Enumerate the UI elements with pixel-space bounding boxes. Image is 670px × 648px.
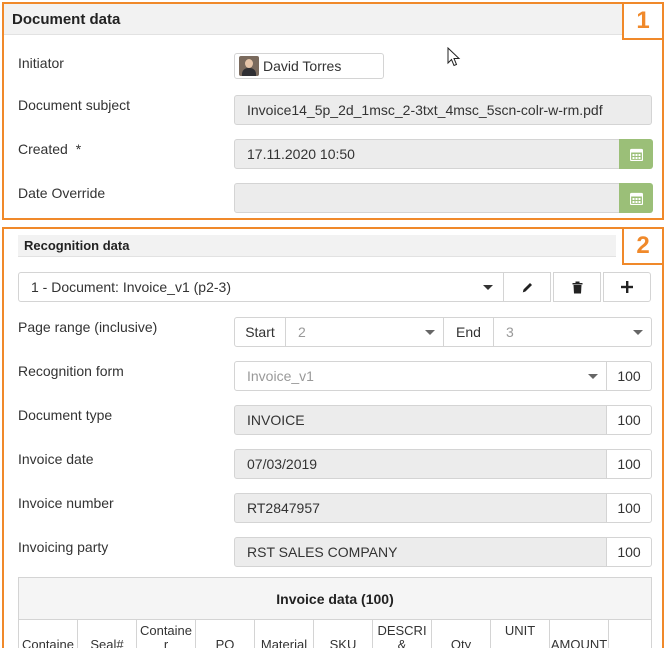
recognition-form-score: 100 bbox=[606, 361, 652, 391]
table-column-header[interactable]: UNIT bbox=[491, 620, 550, 648]
invoice-data-table: Invoice data (100) Containe Seal# Contai… bbox=[18, 577, 652, 648]
invoice-number-score: 100 bbox=[606, 493, 652, 523]
section-badge: 1 bbox=[622, 2, 664, 40]
start-page-select[interactable]: 2 bbox=[285, 317, 444, 347]
invoice-number-field[interactable]: RT2847957 bbox=[234, 493, 607, 523]
mouse-cursor-icon bbox=[447, 47, 461, 67]
chevron-down-icon bbox=[425, 330, 435, 335]
recognition-data-panel: Recognition data 2 1 - Document: Invoice… bbox=[2, 227, 664, 648]
start-page-value: 2 bbox=[298, 324, 306, 340]
delete-document-button[interactable] bbox=[553, 272, 601, 302]
start-label: Start bbox=[234, 317, 286, 347]
override-field[interactable] bbox=[234, 183, 620, 213]
chevron-down-icon bbox=[483, 285, 493, 290]
panel-title: Recognition data bbox=[18, 235, 616, 257]
invoicing-party-label: Invoicing party bbox=[18, 539, 109, 555]
table-column-header[interactable]: SKU bbox=[314, 620, 373, 648]
initiator-chip[interactable]: David Torres bbox=[234, 53, 384, 79]
section-badge: 2 bbox=[622, 229, 662, 265]
table-column-header[interactable]: Qty bbox=[432, 620, 491, 648]
invoicing-party-score: 100 bbox=[606, 537, 652, 567]
subject-field[interactable]: Invoice14_5p_2d_1msc_2-3txt_4msc_5scn-co… bbox=[234, 95, 652, 125]
end-label: End bbox=[443, 317, 494, 347]
table-column-header[interactable]: Containe r bbox=[137, 620, 196, 648]
created-calendar-button[interactable] bbox=[619, 139, 653, 169]
table-column-header[interactable]: Seal# bbox=[78, 620, 137, 648]
trash-icon bbox=[572, 281, 582, 293]
created-label: Created * bbox=[18, 141, 81, 157]
table-title: Invoice data (100) bbox=[19, 578, 651, 620]
chevron-down-icon bbox=[588, 374, 598, 379]
invoicing-party-field[interactable]: RST SALES COMPANY bbox=[234, 537, 607, 567]
subject-label: Document subject bbox=[18, 97, 131, 113]
document-type-score: 100 bbox=[606, 405, 652, 435]
document-type-label: Document type bbox=[18, 407, 113, 423]
document-select-value: 1 - Document: Invoice_v1 (p2-3) bbox=[31, 279, 231, 295]
recognition-form-select[interactable]: Invoice_v1 bbox=[234, 361, 607, 391]
override-label: Date Override bbox=[18, 185, 106, 201]
edit-document-button[interactable] bbox=[503, 272, 551, 302]
calendar-icon bbox=[629, 148, 643, 161]
invoice-date-field[interactable]: 07/03/2019 bbox=[234, 449, 607, 479]
chevron-down-icon bbox=[633, 330, 643, 335]
created-label-text: Created bbox=[18, 141, 68, 157]
required-marker: * bbox=[75, 141, 82, 157]
recognition-form-label: Recognition form bbox=[18, 363, 124, 379]
invoice-date-score: 100 bbox=[606, 449, 652, 479]
document-data-panel: Document data 1 Initiator David Torres D… bbox=[2, 2, 664, 220]
table-column-header[interactable]: DESCRI & bbox=[373, 620, 432, 648]
table-header-row: Containe Seal# Containe r PO Material SK… bbox=[19, 620, 651, 648]
initiator-label: Initiator bbox=[18, 55, 64, 71]
invoice-number-label: Invoice number bbox=[18, 495, 114, 511]
invoice-date-label: Invoice date bbox=[18, 451, 94, 467]
page-range-label: Page range (inclusive) bbox=[18, 319, 158, 335]
pencil-icon bbox=[522, 282, 532, 292]
panel-title: Document data bbox=[4, 4, 662, 35]
override-calendar-button[interactable] bbox=[619, 183, 653, 213]
initiator-name: David Torres bbox=[263, 58, 342, 74]
table-column-header bbox=[609, 620, 649, 648]
table-column-header[interactable]: AMOUNT bbox=[550, 620, 609, 648]
recognition-form-value: Invoice_v1 bbox=[247, 368, 314, 384]
plus-icon bbox=[621, 281, 633, 293]
table-column-header[interactable]: Material bbox=[255, 620, 314, 648]
end-page-select[interactable]: 3 bbox=[493, 317, 652, 347]
avatar bbox=[239, 56, 259, 76]
add-document-button[interactable] bbox=[603, 272, 651, 302]
created-field[interactable]: 17.11.2020 10:50 bbox=[234, 139, 620, 169]
calendar-icon bbox=[629, 192, 643, 205]
table-column-header[interactable]: Containe bbox=[19, 620, 78, 648]
table-column-header[interactable]: PO bbox=[196, 620, 255, 648]
end-page-value: 3 bbox=[506, 324, 514, 340]
document-select[interactable]: 1 - Document: Invoice_v1 (p2-3) bbox=[18, 272, 504, 302]
document-type-field[interactable]: INVOICE bbox=[234, 405, 607, 435]
